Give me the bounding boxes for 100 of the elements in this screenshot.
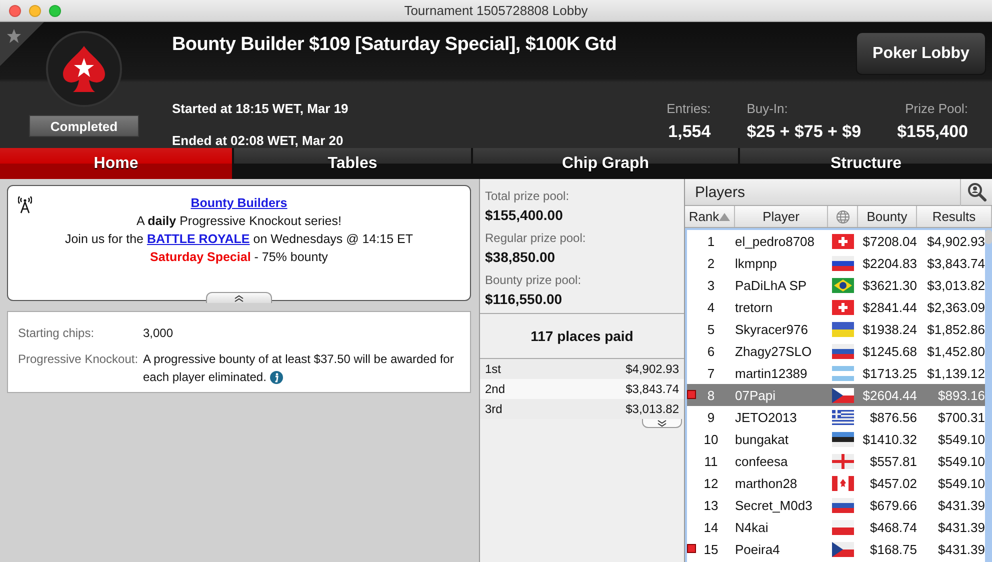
player-cell-text: bungakat bbox=[735, 432, 790, 446]
rank-cell-text: 6 bbox=[706, 344, 716, 358]
column-header[interactable]: Player bbox=[735, 206, 828, 227]
bounty-cell-text: $3621.30 bbox=[862, 278, 917, 292]
player-cell-text: Poeira4 bbox=[735, 542, 781, 556]
player-row[interactable]: 1 el_pedro8708 $7208.04 $4,902.93 bbox=[687, 230, 985, 252]
rank-cell-text: 3 bbox=[706, 278, 716, 292]
column-header[interactable]: Results bbox=[917, 206, 992, 227]
column-header[interactable]: Rank bbox=[685, 206, 735, 227]
player-cell-text: lkmpnp bbox=[735, 256, 778, 270]
status-ribbon: Completed bbox=[29, 115, 139, 137]
stat-label: Prize Pool: bbox=[905, 101, 968, 116]
bounty-cell-text: $2841.44 bbox=[862, 300, 917, 314]
pool-value: $116,550.00 bbox=[485, 291, 564, 307]
player-cell-text: Skyracer976 bbox=[735, 322, 809, 336]
detail-label: Starting chips: bbox=[18, 326, 96, 342]
link[interactable]: Bounty Builders bbox=[190, 196, 288, 210]
player-row[interactable]: 14 N4kai $468.74 $431.39 bbox=[687, 516, 985, 538]
results-cell-text: $700.31 bbox=[937, 410, 985, 424]
player-row[interactable]: 6 Zhagy27SLO $1245.68 $1,452.80 bbox=[687, 340, 985, 362]
detail-value: A progressive bounty of at least $37.50 will be awarded for each player eliminated. bbox=[143, 351, 455, 386]
bounty-cell-text: $457.02 bbox=[869, 476, 917, 490]
payout-place: 2nd bbox=[485, 382, 506, 396]
bounty-cell-text: $557.81 bbox=[869, 454, 917, 468]
bounty-cell-text: $1245.68 bbox=[862, 344, 917, 358]
results-cell-text: $431.39 bbox=[937, 498, 985, 512]
rank-cell-text: 4 bbox=[706, 300, 716, 314]
announcement-text: Saturday Special - 75% bounty bbox=[150, 250, 328, 264]
rank-cell-text: 5 bbox=[706, 322, 716, 336]
pool-value: $38,850.00 bbox=[485, 249, 556, 265]
payout-amount: $4,902.93 bbox=[626, 362, 679, 376]
player-row[interactable]: 2 lkmpnp $2204.83 $3,843.74 bbox=[687, 252, 985, 274]
player-row[interactable]: 11 confeesa $557.81 $549.10 bbox=[687, 450, 985, 472]
player-cell-text: marthon28 bbox=[735, 476, 798, 490]
rank-cell-text: 8 bbox=[706, 388, 716, 402]
results-cell-text: $431.39 bbox=[937, 542, 985, 556]
window-title: Tournament 1505728808 Lobby bbox=[404, 3, 588, 18]
stat-value: $25 + $75 + $9 bbox=[746, 122, 862, 142]
rank-cell-text: 7 bbox=[706, 366, 716, 380]
results-cell-text: $3,013.82 bbox=[926, 278, 985, 292]
player-row[interactable]: 10 bungakat $1410.32 $549.10 bbox=[687, 428, 985, 450]
announcement-text: A daily Progressive Knockout series! bbox=[136, 214, 342, 228]
pool-label: Total prize pool: bbox=[485, 189, 570, 203]
player-row[interactable]: 9 JETO2013 $876.56 $700.31 bbox=[687, 406, 985, 428]
rank-cell-text: 12 bbox=[702, 476, 720, 490]
link[interactable]: BATTLE ROYALE bbox=[146, 232, 250, 246]
payout-amount: $3,843.74 bbox=[626, 382, 679, 396]
bounty-cell-text: $468.74 bbox=[869, 520, 917, 534]
rank-cell-text: 1 bbox=[706, 234, 716, 248]
player-cell-text: JETO2013 bbox=[735, 410, 798, 424]
player-cell-text: Secret_M0d3 bbox=[735, 498, 814, 512]
results-cell-text: $549.10 bbox=[937, 432, 985, 446]
results-cell-text: $1,852.86 bbox=[926, 322, 985, 336]
tournament-title: Bounty Builder $109 [Saturday Special], $100K Gtd bbox=[172, 34, 617, 56]
player-cell-text: N4kai bbox=[735, 520, 770, 534]
results-cell-text: $2,363.09 bbox=[926, 300, 985, 314]
rank-cell-text: 13 bbox=[702, 498, 720, 512]
bounty-cell-text: $2604.44 bbox=[862, 388, 917, 402]
player-cell-text: 07Papi bbox=[735, 388, 776, 402]
end-time: Ended at 02:08 WET, Mar 20 bbox=[172, 133, 344, 148]
payout-amount: $3,013.82 bbox=[626, 402, 679, 416]
bounty-cell-text: $876.56 bbox=[869, 410, 917, 424]
rank-cell-text: 9 bbox=[706, 410, 716, 424]
results-cell-text: $893.16 bbox=[937, 388, 985, 402]
player-row[interactable]: 7 martin12389 $1713.25 $1,139.12 bbox=[687, 362, 985, 384]
results-cell-text: $3,843.74 bbox=[926, 256, 985, 270]
tab[interactable]: Home bbox=[0, 148, 232, 179]
pool-label: Bounty prize pool: bbox=[485, 273, 582, 287]
player-row[interactable]: 12 marthon28 $457.02 $549.10 bbox=[687, 472, 985, 494]
detail-value: 3,000 bbox=[143, 325, 174, 342]
player-row[interactable]: 5 Skyracer976 $1938.24 $1,852.86 bbox=[687, 318, 985, 340]
places-paid: 117 places paid bbox=[530, 328, 634, 344]
pool-label: Regular prize pool: bbox=[485, 231, 587, 245]
rank-cell-text: 10 bbox=[702, 432, 720, 446]
player-cell-text: confeesa bbox=[735, 454, 789, 468]
rank-cell-text: 2 bbox=[706, 256, 716, 270]
player-row[interactable]: 13 Secret_M0d3 $679.66 $431.39 bbox=[687, 494, 985, 516]
bounty-cell-text: $1938.24 bbox=[862, 322, 917, 336]
start-time: Started at 18:15 WET, Mar 19 bbox=[172, 101, 348, 116]
bounty-cell-text: $1410.32 bbox=[862, 432, 917, 446]
player-row[interactable]: 15 Poeira4 $168.75 $431.39 bbox=[687, 538, 985, 560]
poker-lobby-button[interactable]: Poker Lobby bbox=[856, 32, 986, 75]
player-row[interactable]: 4 tretorn $2841.44 $2,363.09 bbox=[687, 296, 985, 318]
bounty-cell-text: $2204.83 bbox=[862, 256, 917, 270]
player-cell-text: martin12389 bbox=[735, 366, 808, 380]
results-cell-text: $1,452.80 bbox=[926, 344, 985, 358]
column-header[interactable]: Bounty bbox=[858, 206, 917, 227]
payout-place: 1st bbox=[485, 362, 502, 376]
results-cell-text: $1,139.12 bbox=[926, 366, 985, 380]
rank-cell-text: 15 bbox=[702, 542, 720, 556]
player-row[interactable]: 8 07Papi $2604.44 $893.16 bbox=[687, 384, 985, 406]
bounty-cell-text: $168.75 bbox=[869, 542, 917, 556]
results-cell-text: $431.39 bbox=[937, 520, 985, 534]
player-cell-text: tretorn bbox=[735, 300, 774, 314]
bounty-cell-text: $679.66 bbox=[869, 498, 917, 512]
rank-cell-text: 14 bbox=[702, 520, 720, 534]
player-row[interactable]: 3 PaDiLhA SP $3621.30 $3,013.82 bbox=[687, 274, 985, 296]
players-title: Players bbox=[694, 184, 746, 200]
results-cell-text: $549.10 bbox=[937, 476, 985, 490]
results-cell-text: $549.10 bbox=[937, 454, 985, 468]
